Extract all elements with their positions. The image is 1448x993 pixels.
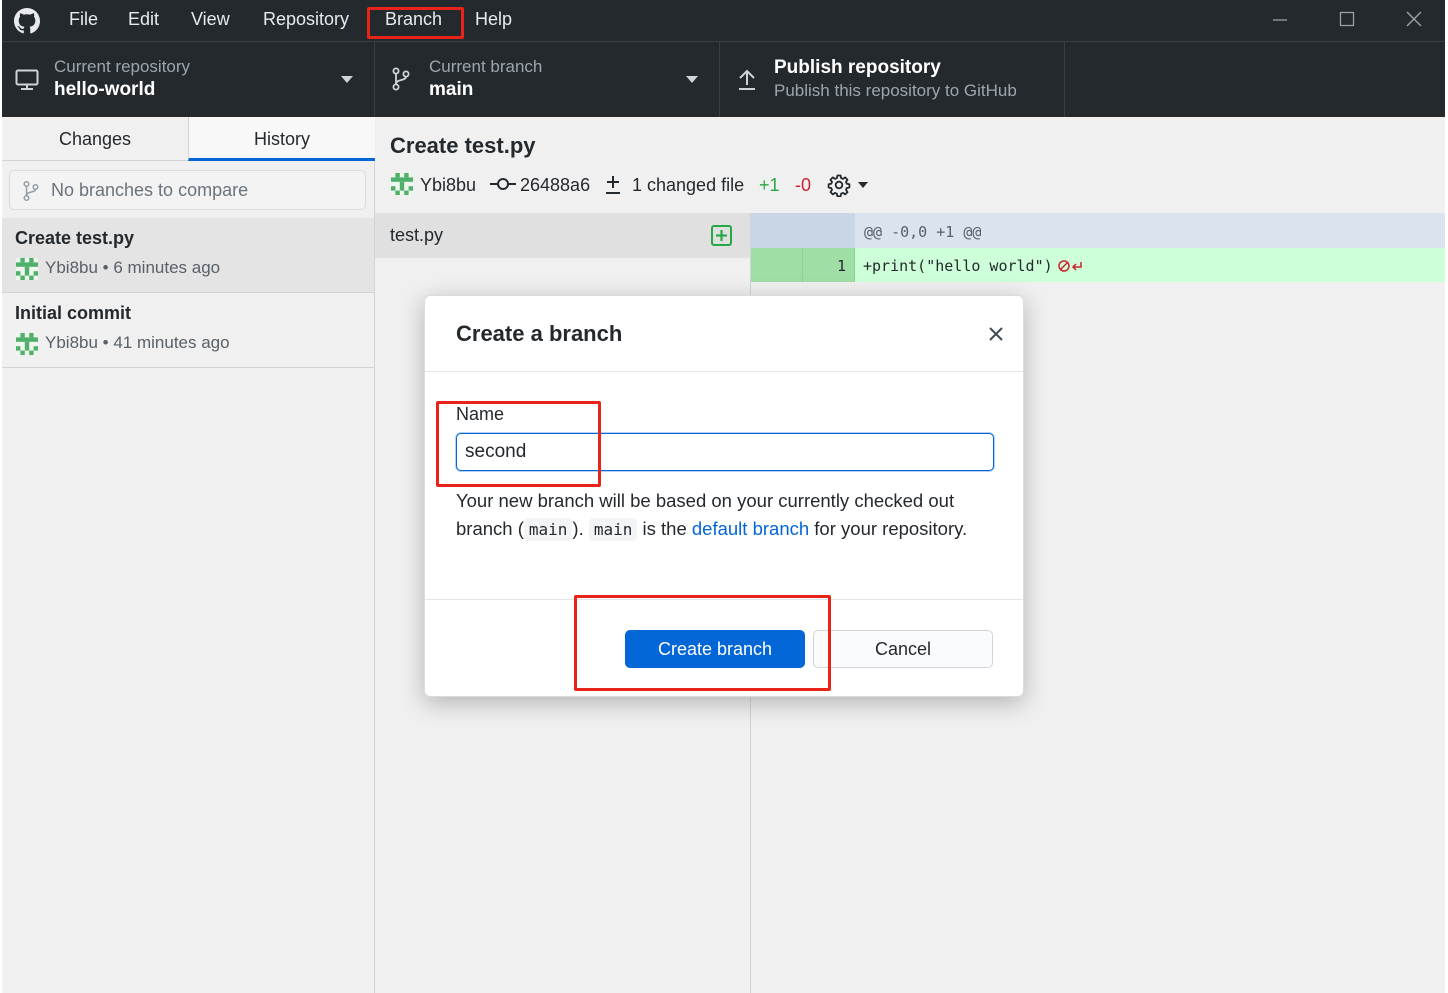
tab-changes[interactable]: Changes xyxy=(2,117,188,161)
close-icon[interactable] xyxy=(988,326,1004,342)
avatar xyxy=(391,173,413,195)
line-number: 1 xyxy=(836,257,846,275)
commit-item[interactable]: Initial commit Ybi8bu • 41 minutes ago xyxy=(2,293,374,368)
diff-added-line: 1 +print("hello world") xyxy=(751,248,1445,282)
menu-file[interactable]: File xyxy=(69,9,98,30)
repository-label: Current repository xyxy=(54,57,191,76)
commit-detail-title: Create test.py xyxy=(390,133,536,158)
commit-icon xyxy=(490,178,516,190)
commit-title: Initial commit xyxy=(15,303,132,323)
dialog-title: Create a branch xyxy=(456,321,623,346)
deletions-count: -0 xyxy=(795,175,812,195)
highlight-box xyxy=(436,401,601,487)
commit-title: Create test.py xyxy=(15,228,135,248)
github-logo-icon xyxy=(14,8,40,34)
computer-icon xyxy=(15,69,39,90)
current-branch-dropdown[interactable]: Current branch main xyxy=(375,42,720,118)
chevron-down-icon xyxy=(341,76,353,83)
title-bar: File Edit View Repository Branch Help xyxy=(2,0,1445,41)
branch-compare-input[interactable]: No branches to compare xyxy=(9,170,366,210)
current-repository-dropdown[interactable]: Current repository hello-world xyxy=(2,42,375,118)
close-window-icon[interactable] xyxy=(1399,6,1429,34)
gutter xyxy=(751,213,855,248)
diff-line-text: +print("hello world") xyxy=(863,257,1053,275)
branch-label: Current branch xyxy=(429,57,543,76)
repository-name: hello-world xyxy=(54,79,156,100)
branch-icon xyxy=(392,67,410,91)
minimize-icon[interactable] xyxy=(1265,6,1295,34)
diff-icon xyxy=(606,176,620,194)
publish-description: Publish this repository to GitHub xyxy=(774,81,1017,100)
commit-meta: Ybi8bu • 41 minutes ago xyxy=(45,333,230,352)
hunk-text: @@ -0,0 +1 @@ xyxy=(864,223,982,241)
toolbar: Current repository hello-world Current b… xyxy=(2,41,1445,118)
compare-placeholder: No branches to compare xyxy=(51,180,249,200)
branch-description: Your new branch will be based on your cu… xyxy=(456,490,968,541)
diff-settings-button[interactable] xyxy=(827,172,871,198)
changed-files-count: 1 changed file xyxy=(632,175,745,195)
maximize-icon[interactable] xyxy=(1332,6,1362,34)
commit-meta: Ybi8bu • 6 minutes ago xyxy=(45,258,221,277)
branch-icon xyxy=(23,180,39,202)
file-list-item[interactable]: test.py xyxy=(375,213,750,258)
menu-help[interactable]: Help xyxy=(475,9,512,30)
highlight-box xyxy=(574,595,831,691)
avatar xyxy=(16,333,38,355)
publish-repository-button[interactable]: Publish repository Publish this reposito… xyxy=(720,42,1065,118)
new-line-gutter: 1 xyxy=(803,248,855,282)
tab-history[interactable]: History xyxy=(188,117,375,161)
file-added-icon xyxy=(711,225,732,246)
old-line-gutter xyxy=(751,248,803,282)
file-name: test.py xyxy=(390,225,444,245)
highlight-box xyxy=(367,7,464,39)
menu-edit[interactable]: Edit xyxy=(128,9,159,30)
menu-view[interactable]: View xyxy=(191,9,230,30)
menu-repository[interactable]: Repository xyxy=(263,9,349,30)
chevron-down-icon xyxy=(686,76,698,83)
avatar xyxy=(16,258,38,280)
commit-sha[interactable]: 26488a6 xyxy=(520,175,590,196)
additions-count: +1 xyxy=(759,175,780,195)
diff-line-content: +print("hello world") xyxy=(855,248,1445,282)
commit-item[interactable]: Create test.py Ybi8bu • 6 minutes ago xyxy=(2,218,374,293)
upload-icon xyxy=(739,69,755,90)
chevron-down-icon xyxy=(858,182,868,188)
branch-name: main xyxy=(429,79,474,100)
default-branch-link[interactable]: default branch xyxy=(692,518,809,539)
publish-title: Publish repository xyxy=(774,57,941,78)
dialog-header: Create a branch xyxy=(425,296,1023,372)
diff-hunk-header: @@ -0,0 +1 @@ xyxy=(751,213,1445,248)
sidebar: Changes History No branches to compare C… xyxy=(2,117,375,993)
no-newline-icon xyxy=(1058,260,1082,272)
commit-author: Ybi8bu xyxy=(420,175,477,195)
cancel-button[interactable]: Cancel xyxy=(813,630,993,668)
commit-summary: Create test.py Ybi8bu 26488a6 1 changed … xyxy=(375,117,1445,213)
gear-icon xyxy=(827,174,851,197)
